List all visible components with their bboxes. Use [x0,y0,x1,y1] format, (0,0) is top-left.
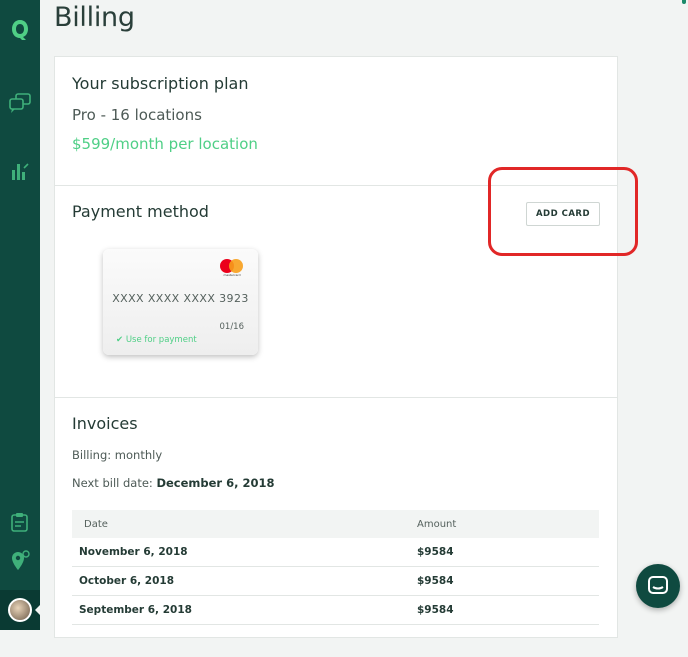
invoice-date: November 6, 2018 [72,538,405,567]
invoice-amount: $9584 [405,595,599,625]
billing-frequency: Billing: monthly [72,448,162,462]
avatar [8,598,32,622]
card-number: XXXX XXXX XXXX 3923 [112,292,249,305]
check-icon: ✔ [116,335,124,345]
invoice-amount: $9584 [405,566,599,596]
subscription-heading: Your subscription plan [72,74,249,93]
chat-icon [648,576,668,594]
column-header-date: Date [72,510,405,538]
chat-bubble-icon[interactable] [0,92,40,114]
next-bill-label: Next bill date: [72,476,153,490]
invoice-date: September 6, 2018 [72,595,405,625]
table-row[interactable]: November 6, 2018 $9584 [72,538,599,567]
clipboard-icon[interactable] [0,511,40,533]
sidebar [0,0,41,630]
invoice-date: October 6, 2018 [72,566,405,596]
page-title: Billing [54,2,135,33]
next-bill-value: December 6, 2018 [156,476,275,490]
active-caret-icon [35,604,41,616]
invoices-heading: Invoices [72,414,138,433]
billing-panel: Your subscription plan Pro - 16 location… [54,56,618,638]
corner-indicator [682,0,686,4]
credit-card[interactable]: mastercard XXXX XXXX XXXX 3923 01/16 ✔ U… [103,249,258,355]
invoices-section: Invoices Billing: monthly Next bill date… [55,397,617,657]
payment-heading: Payment method [72,202,209,221]
add-card-highlight [488,167,638,256]
billing-label: Billing: [72,448,112,462]
card-expiry: 01/16 [219,322,245,332]
invoices-table: Date Amount November 6, 2018 $9584 Octob… [72,510,599,625]
logo-icon[interactable] [0,18,40,42]
card-status: ✔ Use for payment [116,335,197,345]
user-avatar-button[interactable] [0,590,41,630]
mastercard-icon: mastercard [220,259,244,277]
table-row[interactable]: September 6, 2018 $9584 [72,595,599,625]
next-bill-date: Next bill date: December 6, 2018 [72,476,275,490]
location-pin-icon[interactable] [0,550,40,572]
card-status-label: Use for payment [125,335,197,345]
billing-value: monthly [114,448,163,462]
analytics-icon[interactable] [0,160,40,182]
column-header-amount: Amount [405,510,599,538]
table-header: Date Amount [72,510,599,538]
invoice-amount: $9584 [405,538,599,567]
table-row[interactable]: October 6, 2018 $9584 [72,566,599,596]
chat-launcher-button[interactable] [636,564,680,608]
plan-name: Pro - 16 locations [72,106,202,124]
plan-price: $599/month per location [72,135,258,153]
